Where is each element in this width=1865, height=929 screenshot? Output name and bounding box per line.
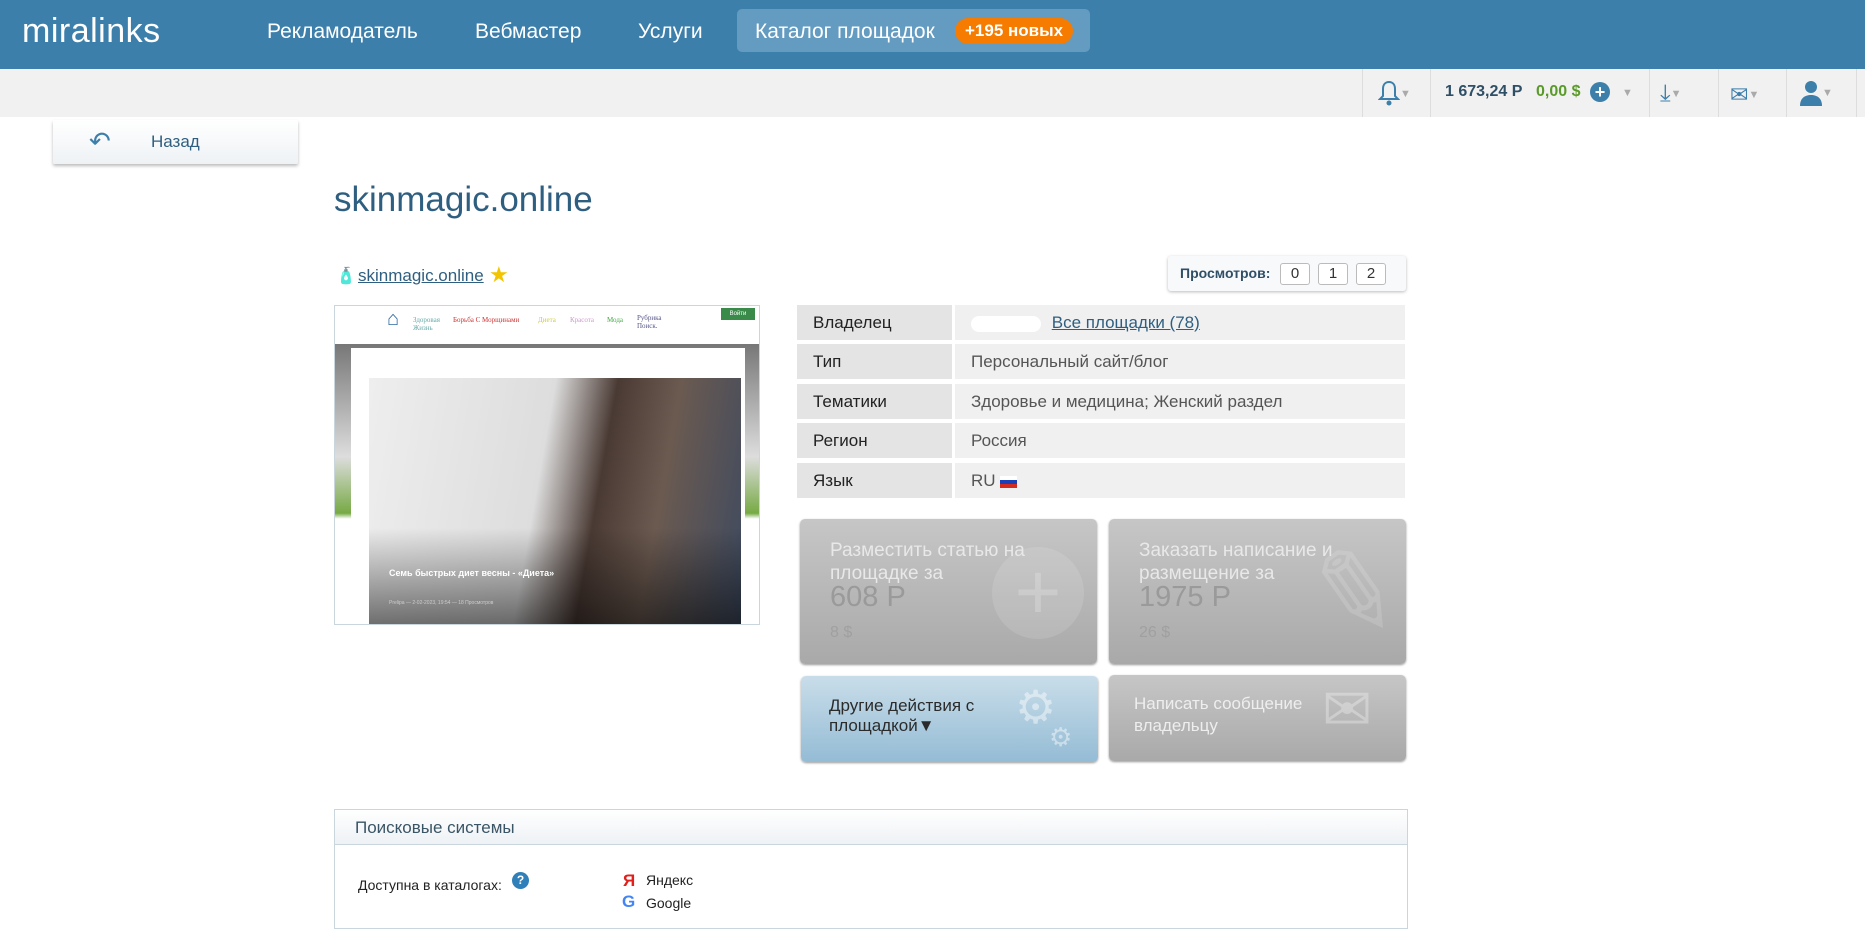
info-value-region: Россия <box>955 423 1405 458</box>
russia-flag-icon <box>1000 475 1018 488</box>
views-value[interactable]: 0 <box>1280 263 1310 285</box>
site-screenshot[interactable]: ⌂ Здоровая Жизнь Борьба С Морщинами Диет… <box>334 305 760 625</box>
thumb-nav-item: Диета <box>538 316 556 324</box>
user-icon <box>1800 81 1822 106</box>
divider <box>1362 69 1363 117</box>
engine-google: Google <box>646 895 692 911</box>
nav-webmaster[interactable]: Вебмастер <box>475 20 581 44</box>
balance-usd: 0,00 $ <box>1536 83 1581 100</box>
order-writing-title: Заказать написание и размещение за <box>1139 540 1333 584</box>
all-sites-link[interactable]: Все площадки (78) <box>1052 313 1200 332</box>
add-funds-icon[interactable]: + <box>1590 82 1610 102</box>
site-link[interactable]: skinmagic.online <box>358 266 484 286</box>
nav-advertiser[interactable]: Рекламодатель <box>267 20 418 44</box>
yandex-icon: Я <box>623 871 636 890</box>
back-button[interactable]: ↶ Назад <box>53 120 298 164</box>
info-value-language: RU <box>955 463 1405 498</box>
thumb-headline: Семь быстрых диет весны - «Диета» <box>389 568 555 578</box>
language-code: RU <box>971 471 996 490</box>
place-article-price: 608 Р <box>830 581 906 613</box>
catalogs-label: Доступна в каталогах: <box>358 877 502 893</box>
favorite-star-icon[interactable]: ★ <box>489 262 509 288</box>
views-label: Просмотров: <box>1180 265 1271 281</box>
back-label: Назад <box>151 132 200 151</box>
caret-down-icon[interactable]: ▼ <box>1622 87 1633 99</box>
place-article-button[interactable]: + Разместить статью на площадке за 608 Р… <box>800 519 1097 664</box>
toolbar <box>0 69 1865 117</box>
thumb-nav-item: Борьба С Морщинами <box>453 316 520 324</box>
thumb-meta: Prelipa — 2-02-2023, 19:54 — 18 Просмотр… <box>389 600 494 606</box>
mail-icon[interactable]: ✉▼ <box>1730 82 1759 108</box>
search-engines-panel: Поисковые системы Доступна в каталогах: … <box>334 809 1408 929</box>
place-article-usd: 8 $ <box>830 624 853 641</box>
top-header: miralinks Рекламодатель Вебмастер Услуги… <box>0 0 1865 69</box>
thumb-login: Войти <box>721 308 755 320</box>
nav-services[interactable]: Услуги <box>638 20 703 44</box>
views-value[interactable]: 1 <box>1318 263 1348 285</box>
other-actions-button[interactable]: Другие действия с площадкой▼ ⚙ ⚙ <box>801 676 1098 762</box>
help-icon[interactable]: ? <box>512 872 529 889</box>
thumb-nav-item: Здоровая Жизнь <box>413 316 440 332</box>
caret-down-icon: ▼ <box>1400 88 1411 100</box>
thumb-navbar: ⌂ Здоровая Жизнь Борьба С Морщинами Диет… <box>335 306 759 344</box>
page-title: skinmagic.online <box>334 180 593 219</box>
info-value-owner: Все площадки (78) <box>955 305 1405 340</box>
nav-catalog-label: Каталог площадок <box>755 20 935 43</box>
views-counter: Просмотров: 0 1 2 <box>1168 256 1406 291</box>
gear-small-icon: ⚙ <box>1049 722 1073 752</box>
owner-name-redacted <box>971 315 1041 332</box>
site-favicon-icon: 🧴 <box>336 268 356 285</box>
back-arrow-icon: ↶ <box>89 126 111 156</box>
views-value[interactable]: 2 <box>1356 263 1386 285</box>
home-icon: ⌂ <box>387 308 400 330</box>
other-actions-label: Другие действия с площадкой▼ <box>829 696 975 735</box>
envelope-icon: ✉ <box>1322 676 1373 743</box>
divider <box>1856 69 1857 117</box>
thumb-nav-item: Мода <box>607 316 624 324</box>
info-label-topics: Тематики <box>797 384 952 419</box>
download-icon[interactable]: ⤓▼ <box>1660 80 1682 108</box>
divider <box>1649 69 1650 117</box>
info-value-topics: Здоровье и медицина; Женский раздел <box>955 384 1405 419</box>
panel-header: Поисковые системы <box>335 810 1407 845</box>
new-count-badge: +195 новых <box>955 18 1074 44</box>
google-icon: G <box>622 892 636 911</box>
notifications-button[interactable]: ▼ <box>1377 79 1411 112</box>
order-writing-usd: 26 $ <box>1139 624 1171 641</box>
thumb-nav-item: Рубрика Поиск. <box>637 314 662 330</box>
order-writing-price: 1975 Р <box>1139 581 1231 613</box>
engine-yandex: Яндекс <box>646 872 694 888</box>
thumb-nav-item: Красота <box>570 316 595 324</box>
message-owner-button[interactable]: Написать сообщение владельцу ✉ <box>1109 675 1406 761</box>
info-label-type: Тип <box>797 344 952 379</box>
order-writing-button[interactable]: ✎ Заказать написание и размещение за 197… <box>1109 519 1406 664</box>
info-label-language: Язык <box>797 463 952 498</box>
bell-icon <box>1377 80 1401 106</box>
place-article-title: Разместить статью на площадке за <box>830 540 1025 584</box>
thumb-hero-image: Семь быстрых диет весны - «Диета» Prelip… <box>369 378 741 624</box>
divider <box>1430 69 1431 117</box>
info-value-type: Персональный сайт/блог <box>955 344 1405 379</box>
user-menu[interactable]: ▼ <box>1800 80 1833 111</box>
divider <box>1786 69 1787 117</box>
logo[interactable]: miralinks <box>22 12 161 51</box>
info-label-owner: Владелец <box>797 305 952 340</box>
balance-rub: 1 673,24 Р <box>1445 83 1523 100</box>
divider <box>1718 69 1719 117</box>
message-owner-label: Написать сообщение владельцу <box>1134 694 1303 735</box>
info-label-region: Регион <box>797 423 952 458</box>
